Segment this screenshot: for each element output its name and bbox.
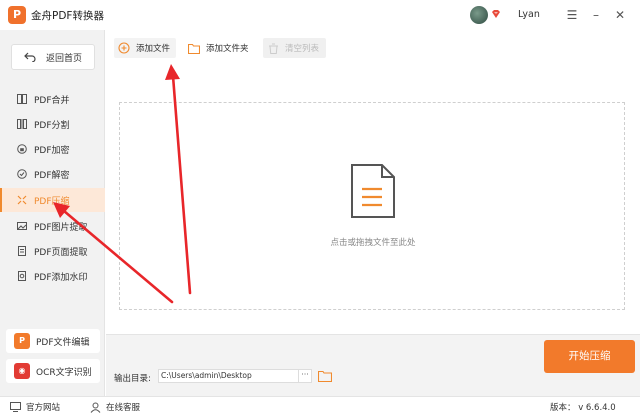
start-compress-button[interactable]: 开始压缩 xyxy=(544,340,635,373)
output-bar: 输出目录: C:\Users\admin\Desktop ··· 开始压缩 xyxy=(106,334,640,396)
sidebar: 返回首页 PDF合并 PDF分割 PDF加密 PDF解密 PDF压缩 PDF图片… xyxy=(0,30,105,396)
close-icon[interactable]: ✕ xyxy=(612,7,628,23)
menu-icon[interactable]: ☰ xyxy=(564,7,580,23)
split-icon xyxy=(17,119,27,129)
sidebar-item-label: PDF合并 xyxy=(34,95,70,106)
output-dir-label: 输出目录: xyxy=(114,374,151,384)
ocr-icon: ◉ xyxy=(14,363,30,379)
document-icon xyxy=(351,164,395,218)
file-dropzone[interactable]: 点击或拖拽文件至此处 xyxy=(119,102,625,310)
sidebar-item-label: PDF图片提取 xyxy=(34,222,88,233)
add-folder-label: 添加文件夹 xyxy=(206,44,249,54)
image-icon xyxy=(17,221,27,231)
sidebar-item-label: PDF压缩 xyxy=(34,196,70,207)
sidebar-item-label: PDF添加水印 xyxy=(34,272,88,283)
pdf-edit-button[interactable]: P PDF文件编辑 xyxy=(6,329,100,353)
app-title: 金舟PDF转换器 xyxy=(31,10,104,22)
clear-list-label: 清空列表 xyxy=(285,44,320,54)
trash-icon xyxy=(267,42,279,54)
add-file-button[interactable]: 添加文件 xyxy=(114,38,176,58)
page-icon xyxy=(17,246,27,256)
unlock-icon xyxy=(17,169,27,179)
lock-icon xyxy=(17,144,27,154)
username[interactable]: Lyan xyxy=(518,9,540,20)
merge-icon xyxy=(17,94,27,104)
user-avatar[interactable] xyxy=(470,6,488,24)
dropzone-hint: 点击或拖拽文件至此处 xyxy=(330,238,416,248)
sidebar-item-page-extract[interactable]: PDF页面提取 xyxy=(0,239,105,263)
monitor-icon xyxy=(10,402,21,413)
sidebar-item-merge[interactable]: PDF合并 xyxy=(0,87,105,111)
plus-circle-icon xyxy=(118,42,130,54)
sidebar-item-decrypt[interactable]: PDF解密 xyxy=(0,162,105,186)
sidebar-item-label: PDF解密 xyxy=(34,170,70,181)
pdf-edit-icon: P xyxy=(14,333,30,349)
pdf-edit-label: PDF文件编辑 xyxy=(36,337,90,348)
open-folder-icon[interactable] xyxy=(318,370,332,382)
sidebar-item-image-extract[interactable]: PDF图片提取 xyxy=(0,214,105,238)
minimize-icon[interactable]: – xyxy=(588,7,604,23)
clear-list-button[interactable]: 清空列表 xyxy=(263,38,326,58)
back-arrow-icon xyxy=(24,52,36,62)
sidebar-item-compress[interactable]: PDF压缩 xyxy=(0,188,105,212)
watermark-icon xyxy=(17,271,27,281)
folder-icon xyxy=(188,42,200,54)
support-label: 在线客服 xyxy=(106,403,141,413)
back-home-label: 返回首页 xyxy=(46,53,83,64)
ocr-button[interactable]: ◉ OCR文字识别 xyxy=(6,359,100,383)
vip-diamond-icon xyxy=(492,10,500,18)
app-logo-icon: P xyxy=(8,6,26,24)
output-path-field[interactable]: C:\Users\admin\Desktop xyxy=(158,369,302,383)
status-bar: 官方网站 在线客服 版本： v 6.6.4.0 xyxy=(0,396,640,416)
add-file-label: 添加文件 xyxy=(136,44,171,54)
sidebar-item-encrypt[interactable]: PDF加密 xyxy=(0,137,105,161)
compress-icon xyxy=(17,195,27,205)
back-home-button[interactable]: 返回首页 xyxy=(11,44,95,70)
version-text: 版本： v 6.6.4.0 xyxy=(550,403,616,413)
ocr-label: OCR文字识别 xyxy=(36,367,92,378)
sidebar-item-label: PDF加密 xyxy=(34,145,70,156)
website-label: 官方网站 xyxy=(26,403,61,413)
support-agent-icon xyxy=(90,402,101,413)
support-link[interactable]: 在线客服 xyxy=(90,401,140,413)
add-folder-button[interactable]: 添加文件夹 xyxy=(184,38,257,58)
sidebar-item-label: PDF分割 xyxy=(34,120,70,131)
sidebar-item-label: PDF页面提取 xyxy=(34,247,88,258)
sidebar-item-split[interactable]: PDF分割 xyxy=(0,112,105,136)
sidebar-item-watermark[interactable]: PDF添加水印 xyxy=(0,264,105,288)
title-bar: P 金舟PDF转换器 Lyan ☰ – ✕ xyxy=(0,0,640,30)
browse-button[interactable]: ··· xyxy=(298,369,312,383)
website-link[interactable]: 官方网站 xyxy=(10,401,60,413)
